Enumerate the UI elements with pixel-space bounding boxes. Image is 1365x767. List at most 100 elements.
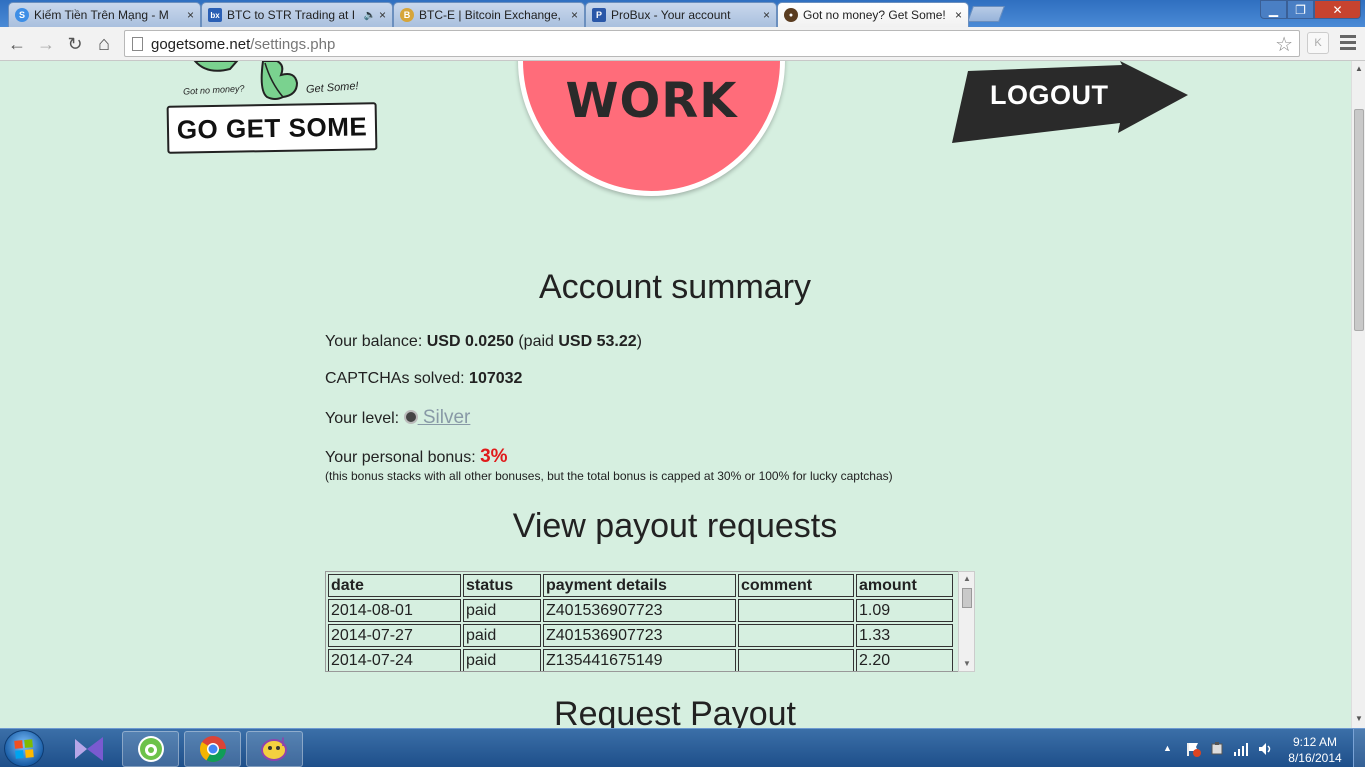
tab-close-icon[interactable]: × [571,8,578,22]
scroll-up-icon[interactable]: ▲ [963,574,971,583]
forward-arrow-icon[interactable]: → [34,32,58,56]
table-cell: 2014-07-24 [328,649,461,671]
payout-requests-heading: View payout requests [512,507,838,545]
gogetsome-icon: ● [784,8,798,22]
action-center-flag-icon[interactable] [1185,741,1201,760]
reload-icon[interactable]: ↻ [63,32,87,56]
visual-studio-icon[interactable] [60,731,117,767]
page-icon [132,37,143,51]
table-cell: 2014-08-01 [328,599,461,622]
level-line: Your level: Silver [325,407,470,429]
clock-date: 8/16/2014 [1288,751,1342,765]
volume-icon[interactable] [1257,741,1273,760]
table-cell: paid [463,649,541,671]
table-cell: 1.33 [856,624,953,647]
tab-close-icon[interactable]: × [187,8,194,22]
column-header: date [328,574,461,597]
svg-text:!: ! [281,735,285,749]
windows-logo-icon [14,738,34,759]
extension-icon[interactable]: K [1307,32,1329,54]
table-cell: Z401536907723 [543,599,736,622]
table-cell [738,599,854,622]
system-clock[interactable]: 9:12 AM 8/16/2014 [1285,734,1345,766]
table-cell: 2014-07-27 [328,624,461,647]
work-label: WORK [565,73,738,129]
logo-sign: GO GET SOME [166,102,378,154]
tab-close-icon[interactable]: × [379,8,386,22]
address-bar[interactable]: gogetsome.net/settings.php ☆ [124,30,1300,57]
browser-toolbar: ← → ↻ ⌂ gogetsome.net/settings.php ☆ K [0,27,1365,61]
logout-button[interactable]: LOGOUT [950,61,1190,145]
paid-value: USD 53.22 [558,333,637,350]
tab-title: Kiếm Tiền Trên Mạng - M [34,8,169,22]
menu-icon[interactable] [1340,35,1356,53]
show-hidden-icons[interactable]: ▲ [1163,743,1172,753]
page-viewport: Got no money? Get Some! GO GET SOME WORK… [0,61,1351,728]
audio-playing-icon: 🔈 [363,9,376,21]
tab-kiem-tien[interactable]: S Kiếm Tiền Trên Mạng - M × [8,2,201,27]
usb-device-icon[interactable] [1209,741,1225,760]
balance-line: Your balance: USD 0.0250 (paid USD 53.22… [325,333,642,351]
probux-icon: P [592,8,606,22]
scroll-down-icon[interactable]: ▼ [963,659,971,668]
table-cell: Z401536907723 [543,624,736,647]
s-site-icon: S [15,8,29,22]
tab-close-icon[interactable]: × [955,8,962,22]
table-header-row: date status payment details comment amou… [328,574,953,597]
home-icon[interactable]: ⌂ [92,32,116,56]
page-scrollbar[interactable]: ▲ ▼ [1351,61,1365,728]
tab-close-icon[interactable]: × [763,8,770,22]
captchas-line: CAPTCHAs solved: 107032 [325,370,522,388]
paid-open: (paid [518,333,554,350]
show-desktop-button[interactable] [1353,729,1365,767]
new-tab-button[interactable] [967,6,1005,22]
table-cell: paid [463,599,541,622]
table-cell: Z135441675149 [543,649,736,671]
page-scroll-thumb[interactable] [1354,109,1364,331]
back-arrow-icon[interactable]: ← [5,32,29,56]
silver-level-icon [403,410,418,424]
table-scroll-thumb[interactable] [962,588,972,608]
minimize-icon[interactable]: ▁ [1260,0,1287,19]
start-button[interactable] [4,730,44,767]
request-payout-heading: Request Payout [554,695,796,728]
tab-btce[interactable]: B BTC-E | Bitcoin Exchange, × [393,2,585,27]
clock-time: 9:12 AM [1292,735,1338,749]
scroll-down-icon[interactable]: ▼ [1355,714,1363,723]
tab-strip: S Kiếm Tiền Trên Mạng - M × bx BTC to ST… [0,0,1365,27]
url-host: gogetsome.net [151,36,251,53]
logout-label: LOGOUT [990,80,1109,110]
scroll-up-icon[interactable]: ▲ [1355,64,1363,73]
work-button[interactable]: WORK [518,61,785,196]
balance-label: Your balance: [325,333,423,350]
chrome-icon[interactable] [184,731,241,767]
table-cell: 2.20 [856,649,953,671]
tab-title: BTC-E | Bitcoin Exchange, [419,8,561,22]
payout-table-container[interactable]: date status payment details comment amou… [325,571,975,672]
window-close-icon[interactable]: ✕ [1314,0,1361,19]
yahoo-messenger-icon[interactable]: ! [246,731,303,767]
table-row: 2014-07-27 paid Z401536907723 1.33 [328,624,953,647]
balance-value: USD 0.0250 [426,333,514,350]
bx-site-icon: bx [208,8,222,22]
table-scrollbar[interactable]: ▲ ▼ [958,571,975,672]
bookmark-star-icon[interactable]: ☆ [1275,32,1293,57]
column-header: status [463,574,541,597]
tab-gogetsome[interactable]: ● Got no money? Get Some! × [777,2,969,27]
btce-coin-icon: B [400,8,414,22]
coccoc-browser-icon[interactable] [122,731,179,767]
tab-probux[interactable]: P ProBux - Your account × [585,2,777,27]
captchas-value: 107032 [469,370,523,387]
tab-btc-str[interactable]: bx BTC to STR Trading at I 🔈 × [201,2,393,27]
bonus-line: Your personal bonus: 3% [325,446,508,468]
network-signal-icon[interactable] [1233,741,1249,760]
maximize-icon[interactable]: ❐ [1287,0,1314,19]
level-link[interactable]: Silver [418,407,471,428]
site-logo[interactable]: Got no money? Get Some! GO GET SOME [165,61,380,156]
bonus-value: 3% [480,446,508,467]
account-summary-heading: Account summary [538,268,812,306]
payout-table-scroll: date status payment details comment amou… [325,571,959,672]
captchas-label: CAPTCHAs solved: [325,370,465,387]
bonus-label: Your personal bonus: [325,449,476,466]
table-cell [738,624,854,647]
